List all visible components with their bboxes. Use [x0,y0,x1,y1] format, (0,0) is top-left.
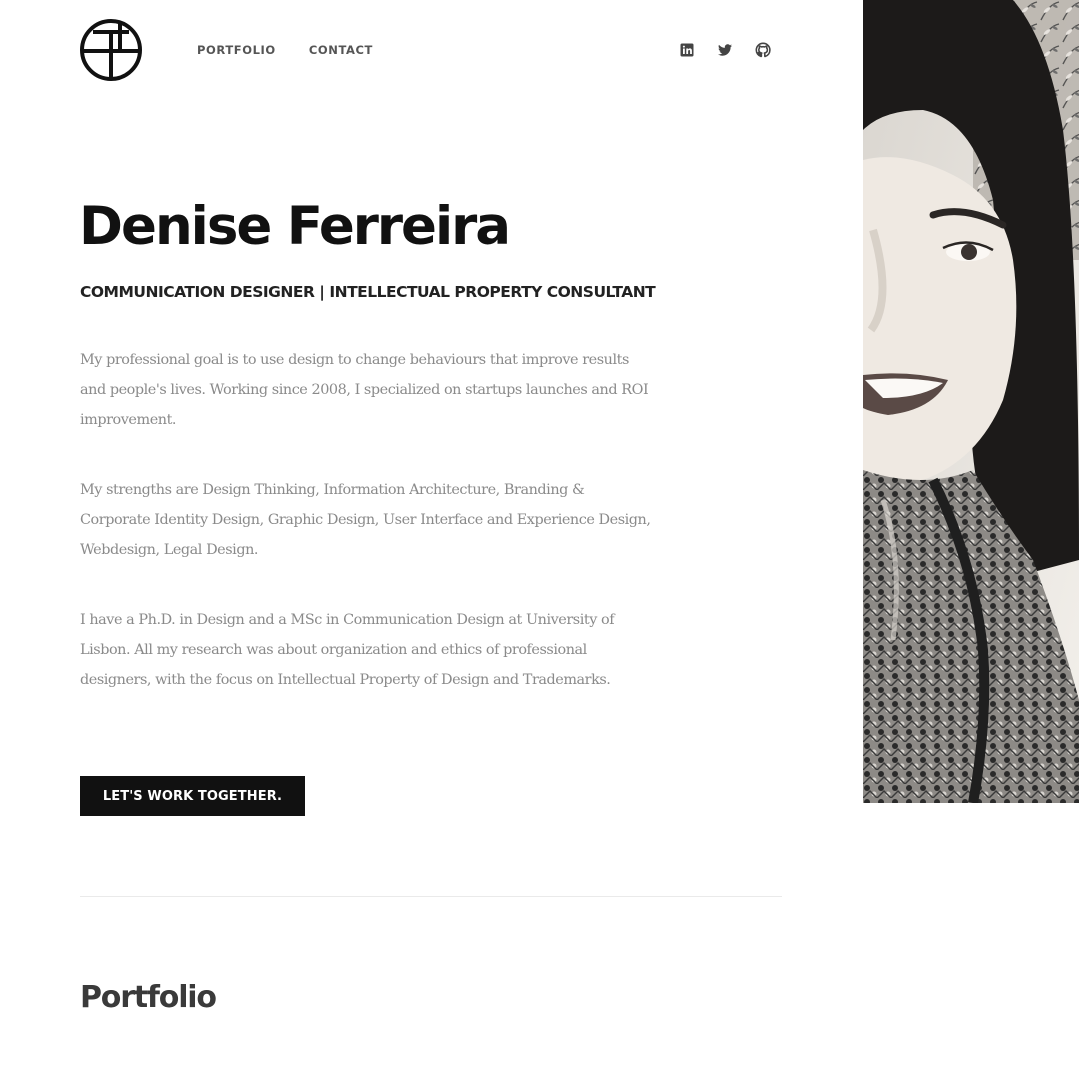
page-title: Denise Ferreira [79,196,511,257]
page-subtitle: COMMUNICATION DESIGNER | INTELLECTUAL PR… [80,283,656,301]
linkedin-icon[interactable] [679,42,695,58]
main-nav: PORTFOLIO CONTACT [197,43,373,57]
work-together-button[interactable]: LET'S WORK TOGETHER. [80,776,305,816]
bio-paragraph: My strengths are Design Thinking, Inform… [80,482,651,558]
logo[interactable] [79,18,143,82]
portfolio-heading: Portfolio [80,980,217,1015]
nav-portfolio[interactable]: PORTFOLIO [197,43,276,57]
social-links [679,42,771,58]
nav-contact[interactable]: CONTACT [309,43,373,57]
bio-paragraph: I have a Ph.D. in Design and a MSc in Co… [80,612,615,688]
bio: My professional goal is to use design to… [80,345,655,735]
bio-paragraph: My professional goal is to use design to… [80,352,649,428]
profile-photo [863,0,1079,803]
github-icon[interactable] [755,42,771,58]
twitter-icon[interactable] [717,42,733,58]
section-divider [80,896,782,897]
